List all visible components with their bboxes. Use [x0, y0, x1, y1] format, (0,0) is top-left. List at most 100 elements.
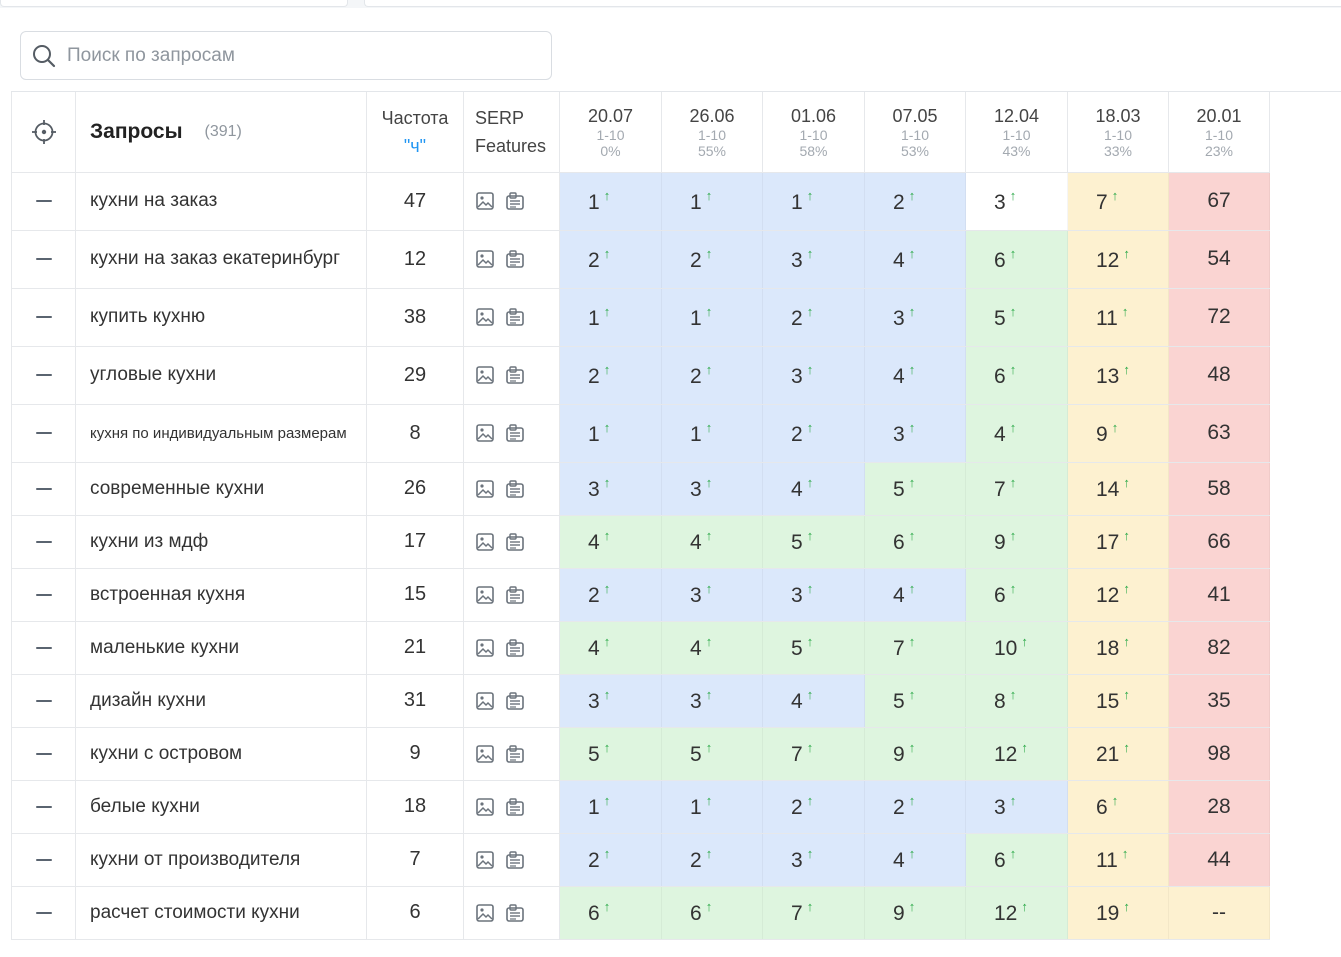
position-cell[interactable]: 5 ↑ — [864, 462, 966, 516]
image-icon[interactable] — [475, 365, 495, 385]
position-cell[interactable]: 19 ↑ — [1067, 886, 1169, 940]
image-icon[interactable] — [475, 691, 495, 711]
minus-icon[interactable] — [12, 432, 75, 434]
header-date-5[interactable]: 18.03 1-10 33% — [1067, 92, 1169, 173]
header-frequency[interactable]: Частота "ч" — [366, 92, 464, 173]
position-cell[interactable]: 35 — [1168, 674, 1270, 728]
position-cell[interactable]: 15 ↑ — [1067, 674, 1169, 728]
position-cell[interactable]: 4 ↑ — [762, 462, 865, 516]
position-cell[interactable]: 5 ↑ — [762, 621, 865, 675]
position-cell[interactable]: 6 ↑ — [965, 568, 1068, 622]
row-collapse-cell[interactable] — [11, 568, 76, 622]
image-icon[interactable] — [475, 638, 495, 658]
query-cell[interactable]: современные кухни — [75, 462, 367, 516]
position-cell[interactable]: 12 ↑ — [965, 886, 1068, 940]
minus-icon[interactable] — [12, 200, 75, 202]
position-cell[interactable]: 48 — [1168, 346, 1270, 405]
position-cell[interactable]: 4 ↑ — [661, 621, 763, 675]
position-cell[interactable]: 3 ↑ — [661, 568, 763, 622]
snippet-icon[interactable] — [505, 249, 525, 269]
header-date-6[interactable]: 20.01 1-10 23% — [1168, 92, 1270, 173]
position-cell[interactable]: 1 ↑ — [559, 404, 662, 463]
position-cell[interactable]: 2 ↑ — [661, 833, 763, 887]
image-icon[interactable] — [475, 744, 495, 764]
position-cell[interactable]: 2 ↑ — [762, 404, 865, 463]
position-cell[interactable]: 2 ↑ — [559, 833, 662, 887]
position-cell[interactable]: 7 ↑ — [762, 886, 865, 940]
position-cell[interactable]: 2 ↑ — [661, 230, 763, 289]
position-cell[interactable]: 3 ↑ — [762, 833, 865, 887]
row-collapse-cell[interactable] — [11, 621, 76, 675]
header-queries[interactable]: Запросы (391) — [75, 92, 367, 173]
position-cell[interactable]: 7 ↑ — [762, 727, 865, 781]
query-cell[interactable]: кухни с островом — [75, 727, 367, 781]
search-input[interactable] — [65, 43, 529, 68]
minus-icon[interactable] — [12, 593, 75, 596]
position-cell[interactable]: 2 ↑ — [559, 230, 662, 289]
snippet-icon[interactable] — [505, 307, 525, 327]
query-cell[interactable]: кухни от производителя — [75, 833, 367, 887]
position-cell[interactable]: 11 ↑ — [1067, 833, 1169, 887]
position-cell[interactable]: 1 ↑ — [661, 172, 763, 231]
position-cell[interactable]: 2 ↑ — [864, 172, 966, 231]
header-target-cell[interactable] — [11, 92, 76, 173]
position-cell[interactable]: 9 ↑ — [1067, 404, 1169, 463]
position-cell[interactable]: 4 ↑ — [864, 346, 966, 405]
position-cell[interactable]: 4 ↑ — [864, 568, 966, 622]
position-cell[interactable]: 5 ↑ — [559, 727, 662, 781]
position-cell[interactable]: 2 ↑ — [762, 780, 865, 834]
image-icon[interactable] — [475, 307, 495, 327]
image-icon[interactable] — [475, 479, 495, 499]
position-cell[interactable]: 54 — [1168, 230, 1270, 289]
row-collapse-cell[interactable] — [11, 674, 76, 728]
position-cell[interactable]: 2 ↑ — [559, 346, 662, 405]
position-cell[interactable]: 6 ↑ — [965, 230, 1068, 289]
position-cell[interactable]: 4 ↑ — [864, 230, 966, 289]
image-icon[interactable] — [475, 797, 495, 817]
position-cell[interactable]: 9 ↑ — [965, 515, 1068, 569]
position-cell[interactable]: 7 ↑ — [864, 621, 966, 675]
position-cell[interactable]: 1 ↑ — [762, 172, 865, 231]
header-date-1[interactable]: 26.06 1-10 55% — [661, 92, 763, 173]
position-cell[interactable]: 6 ↑ — [965, 346, 1068, 405]
snippet-icon[interactable] — [505, 850, 525, 870]
position-cell[interactable]: 5 ↑ — [762, 515, 865, 569]
image-icon[interactable] — [475, 850, 495, 870]
position-cell[interactable]: 82 — [1168, 621, 1270, 675]
row-collapse-cell[interactable] — [11, 780, 76, 834]
minus-icon[interactable] — [12, 258, 75, 260]
position-cell[interactable]: 3 ↑ — [965, 172, 1068, 231]
position-cell[interactable]: 1 ↑ — [661, 404, 763, 463]
minus-icon[interactable] — [12, 316, 75, 318]
minus-icon[interactable] — [12, 374, 75, 376]
snippet-icon[interactable] — [505, 797, 525, 817]
query-cell[interactable]: расчет стоимости кухни — [75, 886, 367, 940]
position-cell[interactable]: 3 ↑ — [559, 462, 662, 516]
position-cell[interactable]: 3 ↑ — [965, 780, 1068, 834]
position-cell[interactable]: 13 ↑ — [1067, 346, 1169, 405]
position-cell[interactable]: 14 ↑ — [1067, 462, 1169, 516]
position-cell[interactable]: 3 ↑ — [864, 288, 966, 347]
snippet-icon[interactable] — [505, 744, 525, 764]
position-cell[interactable]: 2 ↑ — [559, 568, 662, 622]
position-cell[interactable]: 67 — [1168, 172, 1270, 231]
position-cell[interactable]: 9 ↑ — [864, 886, 966, 940]
query-cell[interactable]: кухня по индивидуальным размерам — [75, 404, 367, 463]
position-cell[interactable]: 3 ↑ — [661, 462, 763, 516]
position-cell[interactable]: 5 ↑ — [661, 727, 763, 781]
frequency-type[interactable]: "ч" — [367, 132, 463, 160]
position-cell[interactable]: 1 ↑ — [559, 288, 662, 347]
position-cell[interactable]: 8 ↑ — [965, 674, 1068, 728]
position-cell[interactable]: 6 ↑ — [864, 515, 966, 569]
minus-icon[interactable] — [12, 752, 75, 755]
snippet-icon[interactable] — [505, 191, 525, 211]
row-collapse-cell[interactable] — [11, 172, 76, 231]
snippet-icon[interactable] — [505, 423, 525, 443]
position-cell[interactable]: 3 ↑ — [661, 674, 763, 728]
position-cell[interactable]: -- — [1168, 886, 1270, 940]
position-cell[interactable]: 4 ↑ — [864, 833, 966, 887]
position-cell[interactable]: 28 — [1168, 780, 1270, 834]
query-cell[interactable]: кухни на заказ екатеринбург — [75, 230, 367, 289]
image-icon[interactable] — [475, 423, 495, 443]
query-cell[interactable]: белые кухни — [75, 780, 367, 834]
